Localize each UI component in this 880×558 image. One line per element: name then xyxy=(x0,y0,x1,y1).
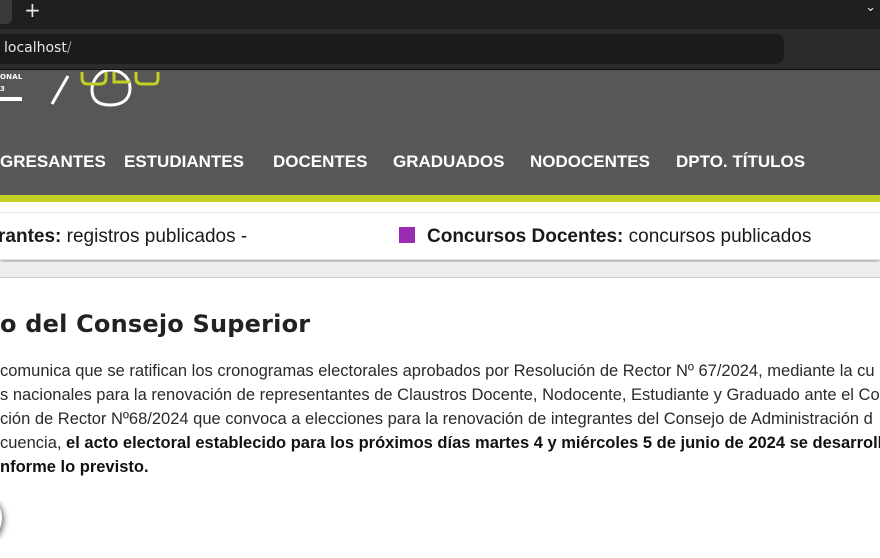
logo-bar xyxy=(0,97,22,101)
article-title: o del Consejo Superior xyxy=(0,310,311,338)
article-paragraph-line: nforme lo previsto. xyxy=(0,457,149,477)
article-paragraph-line: s nacionales para la renovación de repre… xyxy=(0,386,880,404)
logo-text-line1: ONAL xyxy=(0,73,23,81)
paragraph-text: cuencia, xyxy=(0,434,67,452)
ticker-band xyxy=(0,262,880,278)
ticker-bullet-square-icon xyxy=(399,227,415,243)
nav-item-nodocentes[interactable]: NODOCENTES xyxy=(530,152,650,172)
address-bar[interactable]: localhost/ xyxy=(0,34,784,64)
article-paragraph-line: comunica que se ratifican los cronograma… xyxy=(0,362,875,380)
nav-item-ingresantes[interactable]: GRESANTES xyxy=(0,152,106,172)
nav-item-estudiantes[interactable]: ESTUDIANTES xyxy=(124,152,244,172)
ticker-item-ingresantes[interactable]: rantes: registros publicados - xyxy=(0,226,247,248)
nav-item-graduados[interactable]: GRADUADOS xyxy=(393,152,504,172)
site-header: ONAL 3 xyxy=(0,70,880,128)
anniversary-logo-icon[interactable] xyxy=(40,70,170,110)
floating-action-button[interactable] xyxy=(0,497,2,539)
nav-item-dpto-titulos[interactable]: DPTO. TÍTULOS xyxy=(676,152,805,172)
tab-list-chevron-down-icon[interactable]: ⌄ xyxy=(865,0,876,16)
article-paragraph-line: cuencia, el acto electoral establecido p… xyxy=(0,433,880,453)
logo-text-line2: 3 xyxy=(0,85,5,93)
article-paragraph-line: ción de Rector Nº68/2024 que convoca a e… xyxy=(0,410,873,428)
ticker-item-label: Concursos Docentes: xyxy=(427,226,624,247)
url-host: localhost xyxy=(4,40,67,56)
paragraph-bold-text: el acto electoral establecido para los p… xyxy=(66,434,880,452)
ticker-item-text: concursos publicados xyxy=(623,226,812,247)
browser-tab-bar: + ⌄ xyxy=(0,0,880,29)
nav-accent-bar xyxy=(0,195,880,202)
ticker-item-concursos[interactable]: Concursos Docentes: concursos publicados xyxy=(427,226,811,248)
url-text: localhost/ xyxy=(4,40,72,56)
new-tab-button[interactable]: + xyxy=(24,0,41,22)
ticker-item-label: rantes: xyxy=(0,226,62,247)
main-nav: GRESANTES ESTUDIANTES DOCENTES GRADUADOS… xyxy=(0,128,880,195)
paragraph-bold-text: nforme lo previsto. xyxy=(0,458,149,476)
url-path: / xyxy=(66,40,72,56)
ticker-item-text: registros publicados - xyxy=(61,226,248,247)
news-ticker: rantes: registros publicados - Concursos… xyxy=(0,212,880,260)
browser-toolbar: localhost/ xyxy=(0,29,880,70)
nav-item-docentes[interactable]: DOCENTES xyxy=(273,152,367,172)
browser-tab[interactable] xyxy=(0,0,12,24)
